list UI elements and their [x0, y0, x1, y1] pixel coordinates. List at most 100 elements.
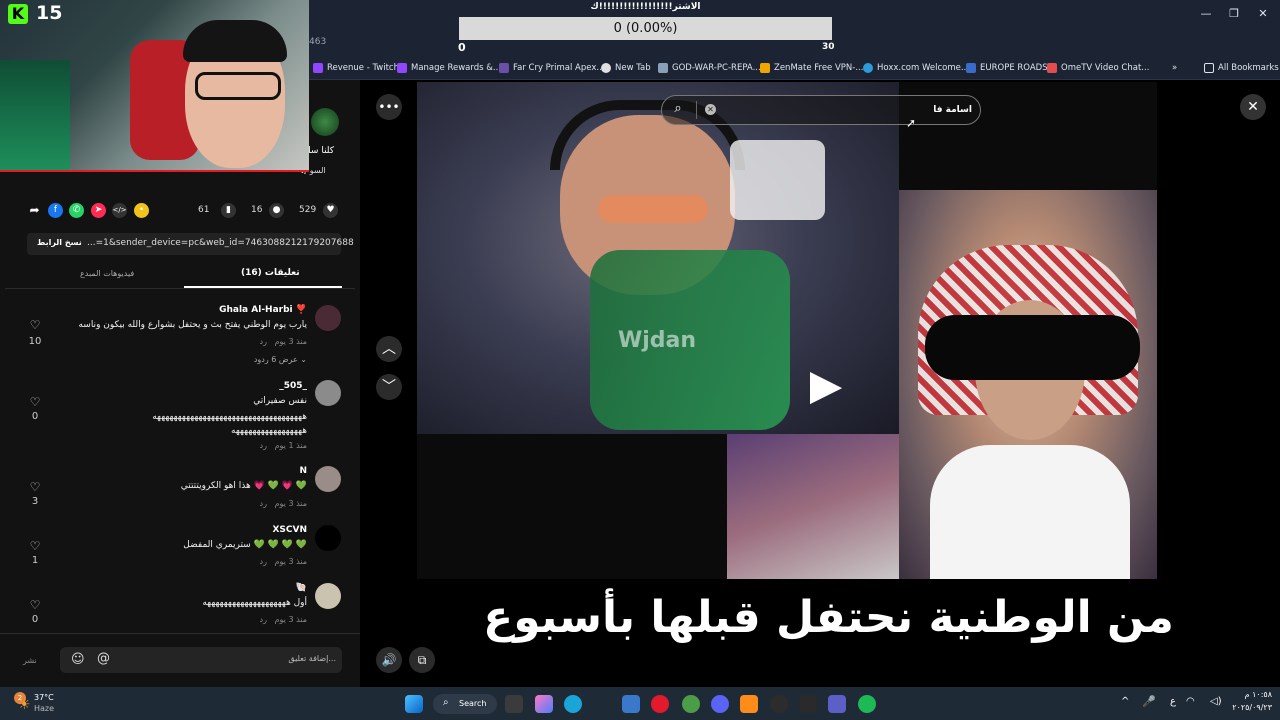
comment-author[interactable]: _505_ [279, 381, 307, 391]
comment-icon[interactable]: ● [269, 203, 284, 218]
send-icon[interactable]: ➤ [91, 203, 106, 218]
comment-input-box[interactable]: ☺ @ إضافة تعليق... [60, 647, 342, 673]
heart-icon[interactable]: ♡ [27, 598, 43, 612]
twitch-icon [397, 63, 407, 73]
comment-author[interactable]: N [299, 466, 307, 476]
comment-author[interactable]: 🐚 [296, 583, 307, 593]
more-share-icon[interactable]: • [134, 203, 149, 218]
store-icon[interactable] [622, 695, 640, 713]
comment-input[interactable]: إضافة تعليق... [288, 654, 336, 663]
kick-logo-icon: K [8, 4, 28, 24]
close-window-icon[interactable]: ✕ [1256, 7, 1270, 21]
reply-button[interactable]: رد [260, 615, 267, 624]
like-count: 10 [28, 336, 42, 347]
bookmark-hoxx[interactable]: Hoxx.com Welcome... [863, 60, 969, 76]
app-icon[interactable] [740, 695, 758, 713]
poll-value: 0 (0.00%) [613, 21, 678, 36]
search-divider [696, 101, 697, 119]
edge-icon[interactable] [564, 695, 582, 713]
bookmark-icon [499, 63, 509, 73]
avatar[interactable] [315, 305, 341, 331]
avatar[interactable] [315, 466, 341, 492]
heart-icon[interactable]: ♡ [27, 539, 43, 553]
close-icon[interactable]: ✕ [1240, 94, 1266, 120]
emoji-icon[interactable]: ☺ [71, 652, 85, 667]
wifi-icon[interactable]: ◠ [1186, 696, 1195, 707]
chevron-up-icon[interactable]: ^ [1121, 696, 1129, 707]
video-watermark: Wjdan [618, 328, 697, 353]
comment-author[interactable]: Ghala Al-Harbi ❣️ [219, 305, 307, 315]
post-comment-button[interactable]: نشر [23, 656, 37, 665]
spotify-icon[interactable] [858, 695, 876, 713]
minimize-icon[interactable]: — [1199, 7, 1213, 21]
view-replies[interactable]: عرض 6 ردود ⌄ [254, 355, 307, 364]
reply-button[interactable]: رد [260, 557, 267, 566]
heart-icon[interactable]: ♡ [27, 480, 43, 494]
volume-icon[interactable]: 🔊 [376, 647, 402, 673]
play-icon[interactable]: ▶ [806, 362, 846, 408]
bookmark-icon[interactable]: ▮ [221, 203, 236, 218]
bookmark-manage-rewards[interactable]: Manage Rewards &... [397, 60, 501, 76]
task-view-icon[interactable] [505, 695, 523, 713]
chevron-down-icon[interactable]: ﹀ [376, 374, 402, 400]
share-icon[interactable]: ➦ [27, 203, 42, 218]
comment-author[interactable]: XSCVN [272, 525, 307, 535]
author-avatar[interactable] [311, 108, 339, 136]
globe-icon [601, 63, 611, 73]
heart-icon[interactable]: ♡ [27, 318, 43, 332]
chevron-up-icon[interactable]: ︿ [376, 336, 402, 362]
copilot-icon[interactable] [535, 695, 553, 713]
bookmark-god-war[interactable]: GOD-WAR-PC-REPA... [658, 60, 761, 76]
volume-icon[interactable]: ◁) [1210, 696, 1222, 707]
clock-time[interactable]: ١٠:٥٨ م [1224, 690, 1272, 699]
heart-icon[interactable]: ♡ [27, 395, 43, 409]
microphone-icon[interactable]: 🎤 [1142, 695, 1156, 708]
restore-icon[interactable]: ❐ [1227, 7, 1241, 21]
pip-icon[interactable]: ⧉ [409, 647, 435, 673]
windows-start-icon[interactable] [405, 695, 423, 713]
heart-icon[interactable]: ♥ [323, 203, 338, 218]
comment-text-line2: ههههههههههههههههههههههههههههههههههههه [152, 412, 307, 422]
copy-link-button[interactable]: نسخ الرابط [37, 238, 82, 247]
video-subtitle: من الوطنية نحتفل قبلها بأسبوع [483, 592, 1174, 643]
bookmark-new-tab[interactable]: New Tab [601, 60, 651, 76]
bookmark-europe-roads[interactable]: EUROPE ROADS [966, 60, 1048, 76]
taskbar-search[interactable]: ⌕ Search [433, 694, 497, 714]
search-icon[interactable]: ⌕ [670, 101, 686, 117]
comment-meta: منذ 3 يوم رد [259, 337, 307, 346]
like-count: 1 [31, 555, 39, 566]
reply-button[interactable]: رد [260, 499, 267, 508]
avatar[interactable] [315, 380, 341, 406]
avatar[interactable] [315, 583, 341, 609]
teams-icon[interactable] [828, 695, 846, 713]
reply-button[interactable]: رد [260, 441, 267, 450]
epic-games-icon[interactable] [799, 695, 817, 713]
all-bookmarks[interactable]: All Bookmarks [1204, 60, 1279, 76]
clear-icon[interactable]: ✕ [705, 104, 716, 115]
bookmark-ometv[interactable]: OmeTV Video Chat... [1047, 60, 1149, 76]
opera-icon[interactable] [651, 695, 669, 713]
reply-button[interactable]: رد [260, 337, 267, 346]
whatsapp-icon[interactable]: ✆ [69, 203, 84, 218]
search-input[interactable] [720, 101, 972, 119]
bookmark-zenmate[interactable]: ZenMate Free VPN-... [760, 60, 863, 76]
embed-icon[interactable]: </> [112, 203, 127, 218]
tab-comments[interactable]: تعليقات (16) [241, 268, 300, 278]
chrome-icon[interactable] [682, 695, 700, 713]
more-options-button[interactable]: ••• [376, 94, 402, 120]
bookmark-far-cry[interactable]: Far Cry Primal Apex... [499, 60, 605, 76]
mention-icon[interactable]: @ [97, 651, 110, 666]
more-bookmarks[interactable]: » [1172, 60, 1177, 76]
bookmark-revenue-twitch[interactable]: Revenue - Twitch [313, 60, 399, 76]
streamer-hair [183, 20, 287, 62]
language-indicator[interactable]: ع [1170, 696, 1176, 707]
discord-icon[interactable] [711, 695, 729, 713]
comment-meta: منذ 3 يوم رد [259, 557, 307, 566]
weather-temp[interactable]: 37°C [34, 693, 54, 702]
share-link-text: ...=1&sender_device=pc&web_id=7463088212… [87, 238, 354, 248]
obs-icon[interactable] [770, 695, 788, 713]
avatar[interactable] [315, 525, 341, 551]
like-count: 529 [299, 205, 317, 215]
tab-creator-videos[interactable]: فيديوهات المبدع [80, 269, 134, 278]
facebook-icon[interactable]: f [48, 203, 63, 218]
